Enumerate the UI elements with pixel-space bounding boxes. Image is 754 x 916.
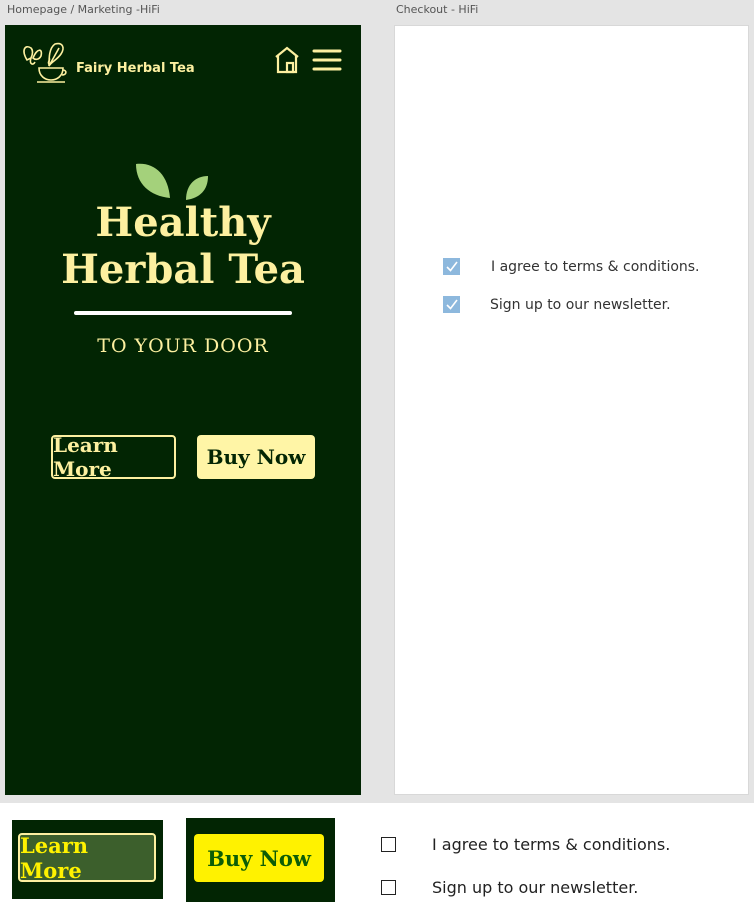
newsletter-option-unchecked[interactable]: Sign up to our newsletter. — [381, 878, 638, 897]
terms-label: I agree to terms & conditions. — [491, 258, 700, 275]
homepage-frame-label: Homepage / Marketing -HiFi — [7, 3, 160, 16]
newsletter-option[interactable]: Sign up to our newsletter. — [443, 296, 671, 313]
terms-checkbox[interactable] — [443, 258, 460, 275]
buy-now-button[interactable]: Buy Now — [197, 435, 315, 479]
learn-more-button-hover[interactable]: Learn More — [18, 833, 156, 883]
buy-now-button-hover[interactable]: Buy Now — [194, 834, 324, 882]
hamburger-menu-icon[interactable] — [312, 48, 342, 72]
terms-option[interactable]: I agree to terms & conditions. — [443, 258, 700, 275]
fairy-teacup-logo-icon[interactable] — [19, 40, 67, 84]
terms-checkbox-unchecked[interactable] — [381, 837, 396, 852]
terms-option-unchecked[interactable]: I agree to terms & conditions. — [381, 835, 670, 854]
newsletter-checkbox[interactable] — [443, 296, 460, 313]
checkmark-icon — [446, 261, 458, 272]
brand-name: Fairy Herbal Tea — [76, 61, 195, 76]
learn-more-button[interactable]: Learn More — [51, 433, 176, 481]
leaves-icon — [136, 163, 208, 200]
learn-more-hover-swatch: Learn More — [12, 820, 163, 899]
buy-now-hover-swatch: Buy Now — [186, 818, 335, 902]
newsletter-label: Sign up to our newsletter. — [490, 296, 671, 313]
newsletter-checkbox-unchecked[interactable] — [381, 880, 396, 895]
home-icon[interactable] — [273, 45, 301, 75]
hero-subtitle: TO YOUR DOOR — [97, 335, 269, 357]
hero-divider — [74, 311, 292, 315]
homepage-screen: Fairy Herbal Tea Healthy Herbal Tea TO Y… — [5, 25, 361, 795]
terms-label-unchecked: I agree to terms & conditions. — [432, 835, 671, 854]
checkout-screen: I agree to terms & conditions. Sign up t… — [394, 25, 749, 795]
hero-title-line-2: Herbal Tea — [61, 246, 305, 293]
hero-title-line-1: Healthy — [95, 199, 271, 246]
newsletter-label-unchecked: Sign up to our newsletter. — [432, 878, 639, 897]
checkout-frame-label: Checkout - HiFi — [396, 3, 479, 16]
checkmark-icon — [446, 299, 458, 310]
components-area: Learn More Buy Now I agree to terms & co… — [0, 803, 754, 916]
hero-title: Healthy Herbal Tea — [5, 199, 361, 293]
